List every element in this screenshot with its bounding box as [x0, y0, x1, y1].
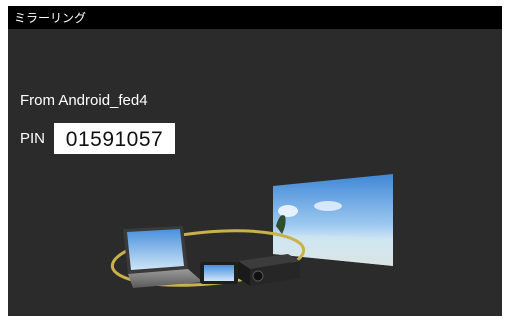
laptop-icon [123, 226, 203, 288]
mirroring-window: ミラーリング From Android_fed4 PIN 01591057 [8, 6, 502, 316]
source-device-text: From Android_fed4 [20, 92, 148, 109]
mirroring-illustration [110, 174, 393, 288]
pin-box: 01591057 [54, 123, 175, 154]
projector-icon [238, 254, 300, 286]
title-bar: ミラーリング [8, 6, 502, 29]
pin-label: PIN [20, 130, 46, 147]
projection-screen-image [273, 174, 393, 266]
pin-value: 01591057 [65, 128, 164, 151]
smartphone-icon [200, 262, 238, 284]
window-title: ミラーリング [14, 11, 87, 25]
